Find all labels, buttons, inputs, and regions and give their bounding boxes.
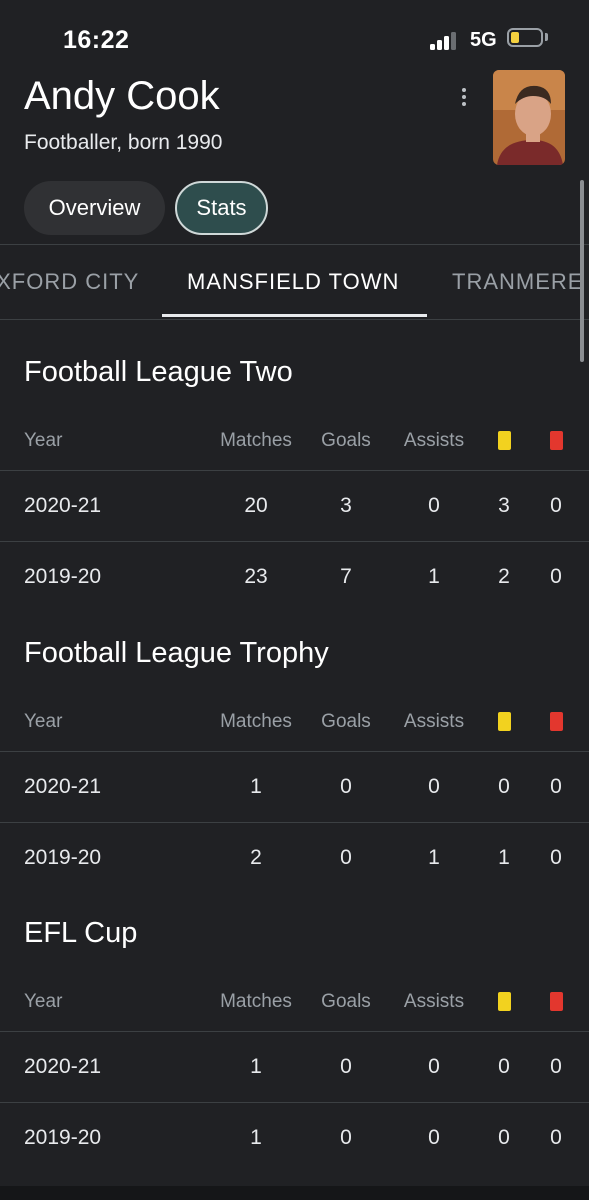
yellow-cell: 0	[498, 1055, 510, 1078]
red-card-header	[526, 430, 586, 452]
red-card-icon	[549, 712, 563, 732]
goals-column-header: Goals	[321, 430, 371, 451]
section-title: Football League Trophy	[24, 637, 329, 669]
player-subtitle: Footballer, born 1990	[24, 131, 223, 154]
bottom-edge	[0, 1186, 589, 1200]
section-title: EFL Cup	[24, 917, 138, 949]
red-cell: 0	[550, 494, 562, 517]
battery-icon	[507, 28, 543, 47]
year-column-header: Year	[24, 711, 63, 732]
yellow-cell: 2	[498, 565, 510, 588]
more-options-icon[interactable]	[452, 84, 476, 110]
player-name: Andy Cook	[24, 74, 220, 118]
team-tab-tranmere[interactable]: TRANMERE	[452, 269, 583, 295]
yellow-card-header	[474, 711, 534, 733]
year-cell: 2019-20	[24, 565, 102, 588]
goals-cell: 7	[340, 565, 352, 588]
tab-stats[interactable]: Stats	[175, 181, 268, 235]
year-cell: 2020-21	[24, 775, 102, 798]
yellow-card-header	[474, 991, 534, 1013]
year-column-header: Year	[24, 430, 63, 451]
scrollbar[interactable]	[580, 180, 584, 362]
assists-column-header: Assists	[403, 991, 465, 1012]
matches-column-header: Matches	[220, 711, 292, 732]
assists-cell: 0	[428, 494, 440, 517]
assists-cell: 1	[428, 846, 440, 869]
matches-cell: 20	[244, 494, 268, 517]
signal-icon	[430, 30, 464, 50]
red-card-header	[526, 991, 586, 1013]
year-cell: 2020-21	[24, 1055, 102, 1078]
red-card-header	[526, 711, 586, 733]
table-row: 2020-21 20 3 0 3 0	[0, 470, 589, 542]
status-time: 16:22	[63, 26, 130, 54]
matches-cell: 1	[250, 775, 262, 798]
status-bar: 16:22 5G	[0, 0, 589, 72]
matches-cell: 1	[250, 1055, 262, 1078]
red-cell: 0	[550, 1055, 562, 1078]
goals-cell: 0	[340, 1126, 352, 1149]
goals-cell: 0	[340, 1055, 352, 1078]
assists-cell: 0	[428, 1126, 440, 1149]
red-cell: 0	[550, 565, 562, 588]
assists-cell: 1	[428, 565, 440, 588]
assists-cell: 0	[428, 775, 440, 798]
yellow-cell: 1	[498, 846, 510, 869]
section-title: Football League Two	[24, 356, 293, 388]
yellow-card-icon	[497, 431, 511, 451]
matches-cell: 23	[244, 565, 268, 588]
yellow-card-icon	[497, 712, 511, 732]
table-row: 2019-20 23 7 1 2 0	[0, 541, 589, 613]
team-tab-mansfield-town[interactable]: MANSFIELD TOWN	[187, 269, 399, 295]
matches-cell: 1	[250, 1126, 262, 1149]
year-cell: 2020-21	[24, 494, 102, 517]
table-row: 2019-20 2 0 1 1 0	[0, 822, 589, 894]
goals-cell: 0	[340, 775, 352, 798]
yellow-card-icon	[497, 992, 511, 1012]
red-card-icon	[549, 431, 563, 451]
yellow-cell: 0	[498, 1126, 510, 1149]
year-cell: 2019-20	[24, 1126, 102, 1149]
table-row: 2020-21 1 0 0 0 0	[0, 751, 589, 823]
year-cell: 2019-20	[24, 846, 102, 869]
matches-cell: 2	[250, 846, 262, 869]
yellow-cell: 0	[498, 775, 510, 798]
yellow-card-header	[474, 430, 534, 452]
assists-column-header: Assists	[403, 711, 465, 732]
matches-column-header: Matches	[220, 430, 292, 451]
red-cell: 0	[550, 775, 562, 798]
team-tabs: OXFORD CITY MANSFIELD TOWN TRANMERE	[0, 244, 589, 320]
assists-column-header: Assists	[403, 430, 465, 451]
red-cell: 0	[550, 846, 562, 869]
matches-column-header: Matches	[220, 991, 292, 1012]
network-type: 5G	[470, 29, 497, 51]
team-tab-oxford-city[interactable]: OXFORD CITY	[0, 269, 139, 295]
table-row: 2020-21 1 0 0 0 0	[0, 1031, 589, 1103]
assists-cell: 0	[428, 1055, 440, 1078]
red-card-icon	[549, 992, 563, 1012]
goals-cell: 3	[340, 494, 352, 517]
goals-column-header: Goals	[321, 711, 371, 732]
battery-tip	[545, 33, 548, 41]
goals-column-header: Goals	[321, 991, 371, 1012]
yellow-cell: 3	[498, 494, 510, 517]
goals-cell: 0	[340, 846, 352, 869]
year-column-header: Year	[24, 991, 63, 1012]
red-cell: 0	[550, 1126, 562, 1149]
selected-tab-indicator	[162, 314, 427, 317]
table-row: 2019-20 1 0 0 0 0	[0, 1102, 589, 1174]
player-photo[interactable]	[493, 70, 565, 165]
tab-overview[interactable]: Overview	[24, 181, 165, 235]
